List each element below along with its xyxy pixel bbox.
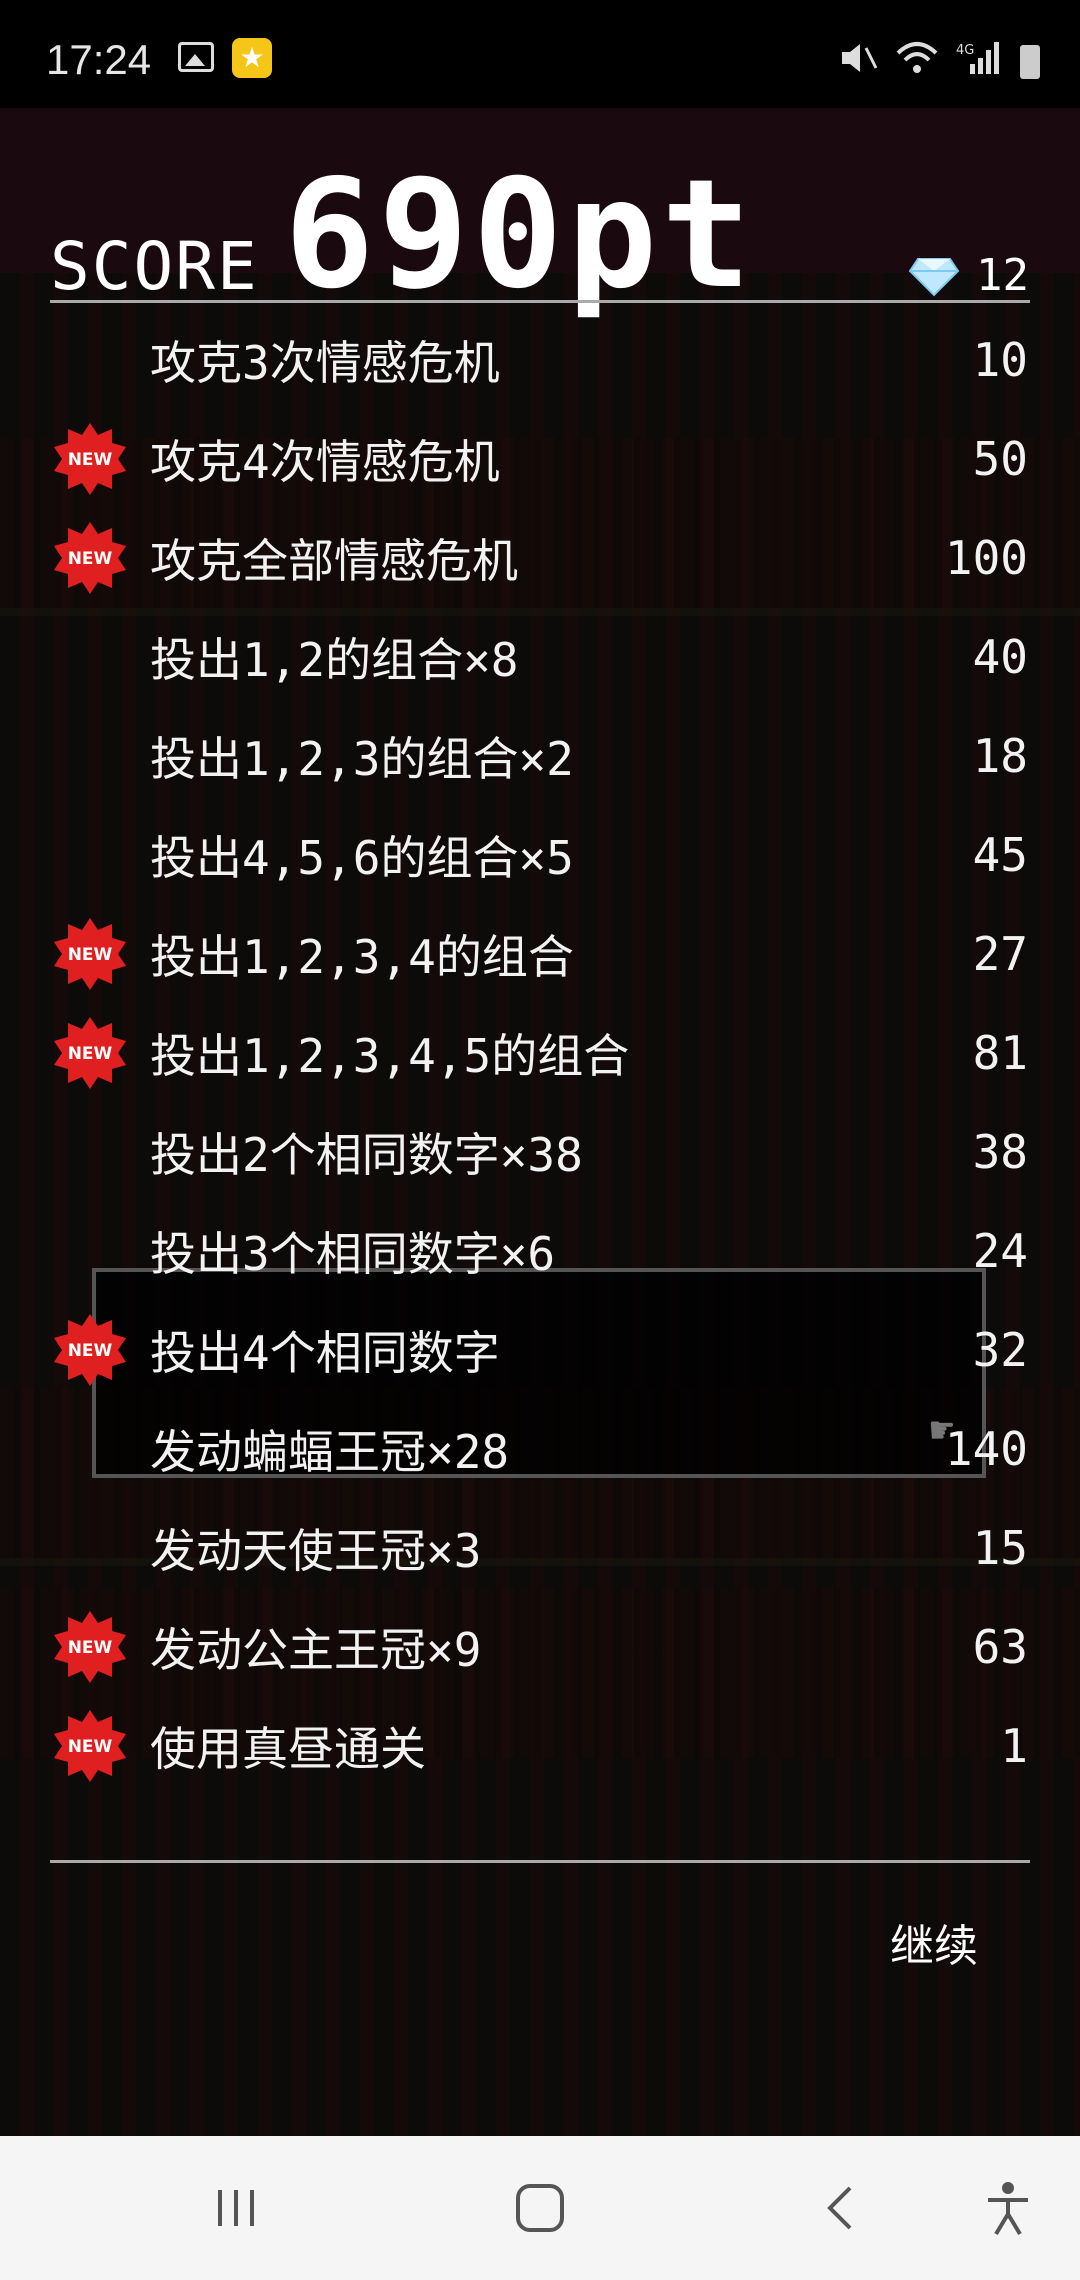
mute-icon: [838, 40, 878, 83]
achievement-points: 32: [972, 1322, 1028, 1377]
new-badge-text: NEW: [68, 945, 113, 965]
new-badge-text: NEW: [68, 1044, 113, 1064]
achievement-list[interactable]: 攻克3次情感危机 10 NEW 攻克4次情感危机 50 NEW 攻克全部情感危机 100 投出1…: [0, 310, 1080, 1850]
achievement-row: NEW 攻克4次情感危机 50: [0, 409, 1080, 508]
achievement-points: 140: [944, 1421, 1028, 1476]
achievement-row: 投出1,2的组合×8 40: [0, 607, 1080, 706]
new-badge-text: NEW: [68, 1638, 113, 1658]
navigation-bar: [0, 2136, 1080, 2280]
new-badge-icon: NEW: [52, 1708, 128, 1784]
achievement-label: 投出1,2,3的组合×2: [150, 731, 574, 786]
wifi-icon: [896, 41, 938, 82]
achievement-label: 发动天使王冠×3: [150, 1523, 482, 1578]
achievement-row: 投出2个相同数字×38 38: [0, 1102, 1080, 1201]
achievement-points: 10: [972, 332, 1028, 387]
achievement-label: 投出3个相同数字×6: [150, 1226, 556, 1281]
achievement-points: 1: [1000, 1718, 1028, 1773]
achievement-row: 投出4,5,6的组合×5 45: [0, 805, 1080, 904]
home-icon: [516, 2184, 564, 2232]
footer-divider: [50, 1860, 1030, 1863]
new-badge-icon: NEW: [52, 520, 128, 596]
achievement-label: 投出1,2,3,4,5的组合: [150, 1028, 630, 1083]
achievement-label: 投出4,5,6的组合×5: [150, 830, 574, 885]
new-badge-text: NEW: [68, 1341, 113, 1361]
home-button[interactable]: [500, 2176, 580, 2240]
status-bar: 17:24 ★ 4G: [0, 0, 1080, 108]
score-label: SCORE: [50, 228, 259, 305]
gem-count: 12: [976, 250, 1029, 301]
achievement-row: NEW 攻克全部情感危机 100: [0, 508, 1080, 607]
star-app-icon: ★: [232, 38, 272, 78]
back-icon: [827, 2186, 852, 2230]
achievement-points: 63: [972, 1619, 1028, 1674]
status-time: 17:24: [46, 36, 152, 83]
achievement-row: 投出1,2,3的组合×2 18: [0, 706, 1080, 805]
status-right-icons: 4G: [838, 40, 1040, 83]
achievement-label: 攻克4次情感危机: [150, 434, 500, 489]
header-divider: [50, 300, 1030, 303]
recent-apps-button[interactable]: [196, 2176, 276, 2240]
achievement-row: NEW 投出1,2,3,4的组合 27: [0, 904, 1080, 1003]
achievement-row: 攻克3次情感危机 10: [0, 310, 1080, 409]
new-badge-icon: NEW: [52, 1015, 128, 1091]
gallery-icon: [178, 42, 214, 72]
achievement-label: 发动蝙蝠王冠×28: [150, 1424, 510, 1479]
achievement-points: 38: [972, 1124, 1028, 1179]
achievement-points: 18: [972, 728, 1028, 783]
new-badge-icon: NEW: [52, 1609, 128, 1685]
achievement-label: 使用真昼通关: [150, 1721, 426, 1776]
new-badge-icon: NEW: [52, 1312, 128, 1388]
achievement-points: 27: [972, 926, 1028, 981]
score-value: 690pt: [284, 148, 756, 322]
network-type-label: 4G: [956, 43, 974, 58]
continue-button[interactable]: 继续: [890, 1910, 978, 1974]
achievement-row: NEW 投出1,2,3,4,5的组合 81: [0, 1003, 1080, 1102]
achievement-label: 发动公主王冠×9: [150, 1622, 482, 1677]
achievement-row: NEW 投出4个相同数字 32: [0, 1300, 1080, 1399]
new-badge-text: NEW: [68, 549, 113, 569]
achievement-row: NEW 使用真昼通关 1: [0, 1696, 1080, 1795]
accessibility-button[interactable]: [968, 2176, 1048, 2240]
new-badge-icon: NEW: [52, 421, 128, 497]
achievement-row: NEW 发动公主王冠×9 63: [0, 1597, 1080, 1696]
achievement-row: 发动天使王冠×3 15: [0, 1498, 1080, 1597]
achievement-label: 投出1,2,3,4的组合: [150, 929, 574, 984]
4g-signal-icon: 4G: [956, 40, 1002, 83]
achievement-points: 81: [972, 1025, 1028, 1080]
recent-apps-icon: [218, 2190, 254, 2226]
achievement-row: 投出3个相同数字×6 24: [0, 1201, 1080, 1300]
achievement-points: 15: [972, 1520, 1028, 1575]
new-badge-text: NEW: [68, 1737, 113, 1757]
achievement-points: 24: [972, 1223, 1028, 1278]
achievement-label: 攻克全部情感危机: [150, 533, 518, 588]
new-badge-icon: NEW: [52, 916, 128, 992]
achievement-label: 投出2个相同数字×38: [150, 1127, 583, 1182]
diamond-icon: [908, 258, 960, 297]
achievement-points: 50: [972, 431, 1028, 486]
achievement-label: 投出1,2的组合×8: [150, 632, 519, 687]
achievement-label: 投出4个相同数字: [150, 1325, 500, 1380]
battery-icon: [1020, 44, 1040, 79]
achievement-points: 40: [972, 629, 1028, 684]
achievement-points: 45: [972, 827, 1028, 882]
achievement-row: 发动蝙蝠王冠×28 140: [0, 1399, 1080, 1498]
status-left-icons: ★: [178, 38, 272, 78]
back-button[interactable]: [800, 2176, 880, 2240]
new-badge-text: NEW: [68, 450, 113, 470]
achievement-points: 100: [944, 530, 1028, 585]
achievement-label: 攻克3次情感危机: [150, 335, 500, 390]
accessibility-icon: [988, 2182, 1028, 2236]
